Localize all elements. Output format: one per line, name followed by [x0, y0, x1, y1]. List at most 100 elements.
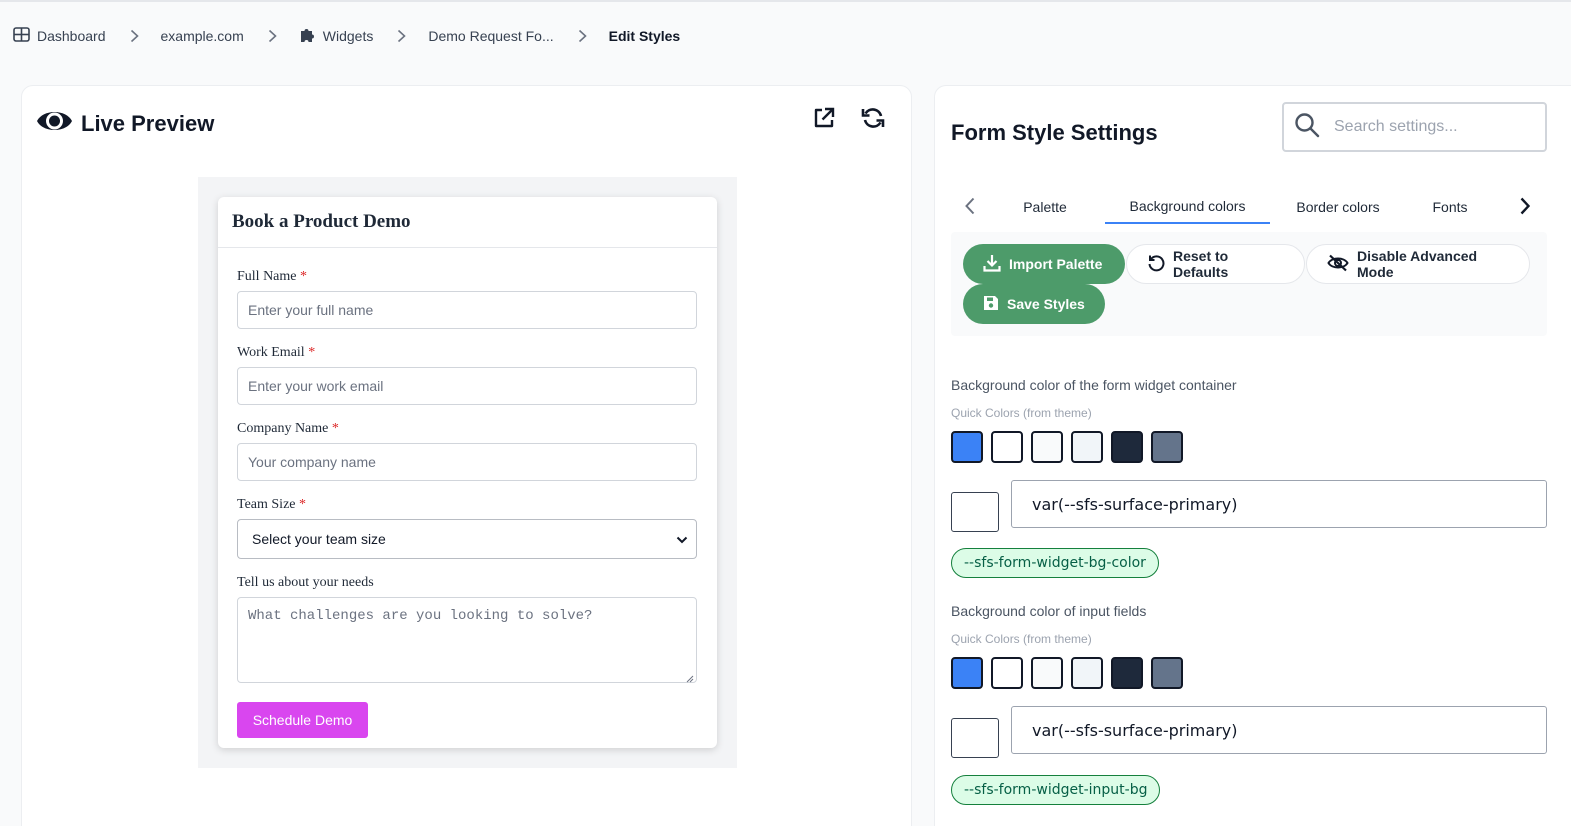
chevron-down-icon: [676, 531, 688, 547]
import-palette-button[interactable]: Import Palette: [963, 244, 1125, 284]
work-email-input[interactable]: Enter your work email: [237, 367, 697, 405]
swatch-blue[interactable]: [951, 657, 983, 689]
chevron-right-icon: [1520, 197, 1531, 218]
search-placeholder: Search settings...: [1334, 118, 1458, 135]
quick-color-swatches: [951, 657, 1183, 689]
chevron-right-icon: [397, 29, 407, 43]
eye-icon: [36, 106, 73, 142]
eye-slash-icon: [1327, 254, 1349, 275]
quick-colors-label: Quick Colors (from theme): [951, 406, 1092, 420]
color-picker-swatch[interactable]: [951, 718, 999, 758]
work-email-label: Work Email *: [237, 345, 698, 361]
swatch-dark-navy[interactable]: [1111, 431, 1143, 463]
breadcrumb-widgets[interactable]: Widgets: [299, 26, 374, 46]
required-mark: *: [300, 269, 307, 284]
label-text: Full Name: [237, 269, 297, 284]
section-label-input-bg: Background color of input fields: [951, 603, 1147, 619]
css-variable-badge: --sfs-form-widget-bg-color: [951, 548, 1159, 578]
tabs-next-button[interactable]: [1510, 197, 1540, 218]
placeholder-text: Enter your full name: [248, 302, 374, 318]
swatch-blue[interactable]: [951, 431, 983, 463]
swatch-white[interactable]: [991, 431, 1023, 463]
full-name-input[interactable]: Enter your full name: [237, 291, 697, 329]
tab-fonts[interactable]: Fonts: [1406, 190, 1494, 224]
swatch-slate-gray[interactable]: [1151, 657, 1183, 689]
color-picker-swatch[interactable]: [951, 492, 999, 532]
reset-defaults-button[interactable]: Reset to Defaults: [1126, 244, 1305, 284]
search-input[interactable]: Search settings...: [1282, 102, 1547, 152]
team-size-select[interactable]: Select your team size: [237, 519, 697, 559]
search-icon: [1294, 112, 1320, 143]
floppy-disk-icon: [983, 295, 999, 314]
company-name-input[interactable]: Your company name: [237, 443, 697, 481]
label-text: Work Email: [237, 345, 305, 360]
label-text: Company Name: [237, 421, 329, 436]
tabs-prev-button[interactable]: [955, 197, 985, 218]
download-icon: [983, 254, 1001, 275]
tab-palette[interactable]: Palette: [985, 190, 1105, 224]
needs-label: Tell us about your needs: [237, 575, 374, 590]
live-preview-panel: Live Preview Book a Product Demo Full Na…: [21, 85, 912, 826]
swatch-white[interactable]: [991, 657, 1023, 689]
input-value: var(--sfs-surface-primary): [1032, 494, 1238, 514]
swatch-dark-navy[interactable]: [1111, 657, 1143, 689]
swatch-light-slate[interactable]: [1071, 657, 1103, 689]
resize-handle-icon[interactable]: [686, 672, 694, 683]
swatch-off-white[interactable]: [1031, 431, 1063, 463]
chevron-right-icon: [578, 29, 587, 43]
chevron-right-icon: [268, 29, 277, 43]
breadcrumb-site[interactable]: example.com: [161, 28, 244, 44]
color-value-input[interactable]: var(--sfs-surface-primary): [1011, 706, 1547, 754]
settings-tabs: Palette Background colors Border colors …: [955, 190, 1545, 224]
action-toolbar: Import Palette Reset to Defaults Disable…: [951, 232, 1547, 336]
needs-textarea[interactable]: What challenges are you looking to solve…: [237, 597, 697, 683]
form-title: Book a Product Demo: [218, 197, 717, 248]
live-preview-title: Live Preview: [81, 111, 215, 136]
refresh-icon: [861, 106, 885, 135]
puzzle-icon: [299, 26, 316, 46]
schedule-demo-button[interactable]: Schedule Demo: [237, 702, 368, 738]
placeholder-text: Your company name: [248, 454, 376, 470]
quick-colors-label: Quick Colors (from theme): [951, 632, 1092, 646]
required-mark: *: [308, 345, 316, 360]
required-mark: *: [331, 421, 339, 436]
breadcrumb-current: Edit Styles: [609, 28, 681, 44]
placeholder-text: Enter your work email: [248, 378, 384, 394]
button-label: Import Palette: [1009, 256, 1103, 272]
quick-color-swatches: [951, 431, 1183, 463]
refresh-button[interactable]: [860, 108, 885, 133]
breadcrumb-label: Dashboard: [37, 28, 106, 44]
settings-title: Form Style Settings: [951, 120, 1158, 145]
demo-form: Book a Product Demo Full Name * Enter yo…: [218, 197, 717, 748]
placeholder-text: What challenges are you looking to solve…: [248, 608, 593, 624]
grid-icon: [13, 27, 30, 45]
breadcrumb-label: Edit Styles: [608, 28, 681, 44]
chevron-left-icon: [965, 197, 975, 218]
tab-background-colors[interactable]: Background colors: [1105, 190, 1270, 224]
button-label: Reset to Defaults: [1173, 248, 1229, 280]
required-mark: *: [299, 497, 306, 512]
breadcrumb-label: Widgets: [322, 28, 374, 44]
select-value: Select your team size: [252, 531, 386, 547]
style-settings-panel: Form Style Settings Search settings... P…: [934, 85, 1571, 826]
breadcrumb-label: Demo Request Fo...: [428, 28, 554, 44]
external-link-icon: [812, 106, 836, 135]
preview-canvas: Book a Product Demo Full Name * Enter yo…: [198, 177, 737, 768]
save-styles-button[interactable]: Save Styles: [963, 284, 1105, 324]
swatch-off-white[interactable]: [1031, 657, 1063, 689]
live-preview-header: Live Preview: [36, 106, 214, 142]
open-external-button[interactable]: [811, 106, 836, 135]
breadcrumb-widget[interactable]: Demo Request Fo...: [428, 28, 553, 44]
swatch-slate-gray[interactable]: [1151, 431, 1183, 463]
undo-icon: [1147, 254, 1165, 275]
color-value-input[interactable]: var(--sfs-surface-primary): [1011, 480, 1547, 528]
input-value: var(--sfs-surface-primary): [1032, 720, 1238, 740]
tab-border-colors[interactable]: Border colors: [1270, 190, 1406, 224]
label-text: Team Size: [237, 497, 296, 512]
disable-advanced-mode-button[interactable]: Disable Advanced Mode: [1306, 244, 1530, 284]
css-variable-badge: --sfs-form-widget-input-bg: [951, 775, 1161, 805]
breadcrumb-dashboard[interactable]: Dashboard: [13, 27, 106, 45]
chevron-right-icon: [130, 29, 139, 43]
full-name-label: Full Name *: [237, 269, 698, 285]
swatch-light-slate[interactable]: [1071, 431, 1103, 463]
